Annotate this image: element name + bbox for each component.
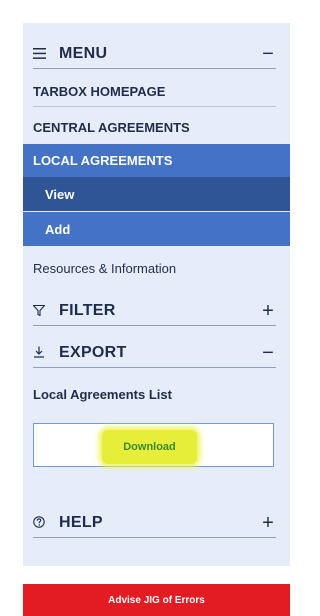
help-expand-toggle[interactable]: +: [260, 512, 276, 535]
filter-icon: [32, 303, 53, 319]
local-agreements-list-label: Local Agreements List: [33, 387, 172, 402]
nav-central-agreements-label: CENTRAL AGREEMENTS: [33, 119, 190, 135]
advise-errors-button[interactable]: Advise JIG of Errors: [23, 584, 290, 616]
nav-central-agreements[interactable]: CENTRAL AGREEMENTS: [33, 112, 276, 142]
help-header[interactable]: HELP +: [33, 509, 276, 538]
nav-view-label: View: [45, 186, 75, 202]
nav-local-agreements-label: LOCAL AGREEMENTS: [33, 153, 173, 168]
download-arrow-icon: [33, 345, 53, 361]
menu-icon: [33, 46, 53, 62]
menu-title: MENU: [59, 45, 108, 62]
nav-resources-label: Resources & Information: [33, 260, 177, 276]
nav-resources-information[interactable]: Resources & Information: [33, 253, 276, 283]
menu-collapse-toggle[interactable]: −: [260, 43, 276, 66]
nav-tarbox-homepage[interactable]: TARBOX HOMEPAGE: [33, 76, 276, 107]
filter-header[interactable]: FILTER +: [32, 297, 276, 326]
nav-local-agreements[interactable]: LOCAL AGREEMENTS: [23, 144, 290, 177]
help-title: HELP: [59, 514, 103, 531]
export-title: EXPORT: [59, 344, 127, 361]
download-container: Download: [33, 423, 274, 467]
filter-title: FILTER: [59, 302, 116, 319]
nav-tarbox-homepage-label: TARBOX HOMEPAGE: [33, 83, 166, 99]
menu-header[interactable]: MENU −: [33, 40, 276, 69]
filter-expand-toggle[interactable]: +: [260, 300, 276, 323]
nav-add-label: Add: [45, 221, 71, 237]
nav-local-agreements-view[interactable]: View: [23, 177, 290, 211]
side-panel: MENU − TARBOX HOMEPAGE CENTRAL AGREEMENT…: [23, 23, 290, 566]
export-collapse-toggle[interactable]: −: [260, 342, 276, 365]
nav-local-agreements-add[interactable]: Add: [23, 212, 290, 246]
download-button[interactable]: Download: [102, 430, 197, 464]
export-header[interactable]: EXPORT −: [33, 339, 276, 368]
help-circle-icon: [33, 515, 53, 531]
